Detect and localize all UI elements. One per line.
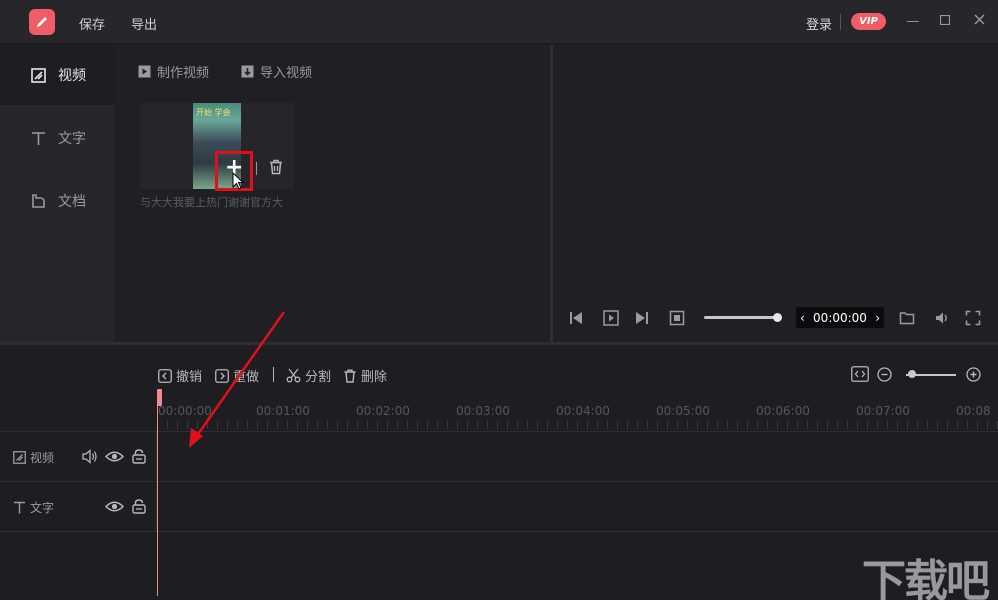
section-divider[interactable] bbox=[0, 342, 998, 345]
nav-item-text[interactable]: 文字 bbox=[0, 108, 115, 168]
playback-progress[interactable] bbox=[704, 316, 778, 319]
track-name: 视频 bbox=[30, 451, 55, 465]
text-track[interactable]: 文字 bbox=[0, 481, 998, 531]
divider bbox=[273, 367, 274, 382]
minimize-icon[interactable]: — bbox=[905, 14, 921, 30]
delete-label: 删除 bbox=[361, 370, 388, 385]
maximize-icon[interactable] bbox=[937, 14, 953, 30]
divider bbox=[256, 162, 257, 175]
text-icon bbox=[14, 501, 25, 514]
ruler-label: 00:01:00 bbox=[256, 404, 310, 418]
thumbnail-overlay-text: 开始 学会 bbox=[196, 108, 231, 117]
folder-icon[interactable] bbox=[899, 310, 915, 326]
progress-handle[interactable] bbox=[773, 313, 782, 322]
nav-label: 视频 bbox=[58, 68, 86, 84]
fit-timeline-icon[interactable] bbox=[851, 366, 869, 382]
media-title: 与大大我要上热门谢谢官方大 bbox=[140, 196, 283, 209]
ruler-label: 00:04:00 bbox=[556, 404, 610, 418]
zoom-in-icon[interactable] bbox=[966, 367, 981, 382]
undo-button[interactable]: 撤销 bbox=[158, 366, 202, 385]
eye-icon[interactable] bbox=[105, 500, 124, 513]
lock-icon[interactable] bbox=[132, 449, 146, 464]
prev-frame-icon[interactable]: ‹ bbox=[800, 311, 805, 325]
redo-button[interactable]: 重做 bbox=[215, 366, 259, 385]
split-button[interactable]: 分割 bbox=[286, 366, 331, 385]
ruler-label: 00:08 bbox=[956, 404, 991, 418]
nav-item-video[interactable]: 视频 bbox=[0, 45, 115, 105]
nav-label: 文字 bbox=[58, 131, 86, 147]
zoom-out-icon[interactable] bbox=[877, 367, 892, 382]
tab-make-video[interactable]: 制作视频 bbox=[138, 62, 209, 81]
stop-icon[interactable] bbox=[669, 310, 685, 326]
close-icon[interactable] bbox=[971, 14, 987, 30]
menu-save[interactable]: 保存 bbox=[79, 14, 105, 33]
video-icon bbox=[13, 451, 26, 464]
skip-back-icon[interactable] bbox=[568, 310, 584, 326]
zoom-handle[interactable] bbox=[908, 370, 916, 378]
ruler-label: 00:03:00 bbox=[456, 404, 510, 418]
ruler-label: 00:02:00 bbox=[356, 404, 410, 418]
tab-import-video[interactable]: 导入视频 bbox=[241, 62, 312, 81]
preview-panel bbox=[553, 45, 998, 342]
vip-badge[interactable]: VIP bbox=[851, 13, 886, 30]
playhead-line[interactable] bbox=[157, 404, 158, 596]
trash-icon[interactable] bbox=[268, 159, 284, 175]
menu-export[interactable]: 导出 bbox=[131, 14, 157, 33]
skip-forward-icon[interactable] bbox=[634, 310, 650, 326]
tab-label: 导入视频 bbox=[260, 66, 313, 81]
timeline-ruler[interactable] bbox=[157, 421, 998, 429]
import-icon bbox=[241, 65, 254, 78]
video-track[interactable]: 视频 bbox=[0, 431, 998, 481]
scissors-icon bbox=[286, 368, 301, 383]
document-icon bbox=[32, 193, 45, 208]
fullscreen-icon[interactable] bbox=[965, 310, 981, 326]
ruler-label: 00:07:00 bbox=[856, 404, 910, 418]
eye-icon[interactable] bbox=[105, 450, 124, 463]
redo-icon bbox=[215, 368, 229, 383]
divider bbox=[840, 14, 841, 30]
title-bar: 保存 导出 登录 VIP — bbox=[0, 0, 998, 44]
video-icon bbox=[31, 67, 46, 83]
tab-label: 制作视频 bbox=[157, 66, 210, 81]
undo-label: 撤销 bbox=[176, 370, 203, 385]
track-name: 文字 bbox=[30, 501, 55, 515]
volume-icon[interactable] bbox=[934, 310, 950, 326]
track-label-video: 视频 bbox=[13, 449, 54, 466]
delete-button[interactable]: 删除 bbox=[343, 366, 387, 385]
login-link[interactable]: 登录 bbox=[806, 14, 832, 33]
redo-label: 重做 bbox=[233, 370, 260, 385]
pen-icon bbox=[37, 17, 47, 27]
speaker-icon[interactable] bbox=[82, 449, 98, 464]
lock-icon[interactable] bbox=[132, 499, 146, 514]
nav-item-document[interactable]: 文档 bbox=[0, 171, 115, 231]
ruler-label: 00:05:00 bbox=[656, 404, 710, 418]
mouse-cursor-icon bbox=[232, 172, 245, 190]
track-bottom-border bbox=[0, 531, 998, 532]
time-display[interactable]: ‹ 00:00:00 › bbox=[796, 307, 884, 328]
app-logo bbox=[29, 9, 55, 35]
next-frame-icon[interactable]: › bbox=[875, 311, 880, 325]
nav-label: 文档 bbox=[58, 194, 86, 210]
split-label: 分割 bbox=[305, 370, 332, 385]
play-square-icon bbox=[138, 65, 151, 78]
ruler-label: 00:00:00 bbox=[158, 404, 212, 418]
text-icon bbox=[32, 131, 45, 145]
ruler-label: 00:06:00 bbox=[756, 404, 810, 418]
track-label-text: 文字 bbox=[13, 499, 54, 516]
trash-icon bbox=[344, 369, 356, 383]
undo-icon bbox=[158, 368, 172, 383]
current-time: 00:00:00 bbox=[813, 310, 867, 325]
left-nav: 视频 文字 文档 bbox=[0, 45, 115, 342]
watermark-logo: 下载吧 bbox=[862, 556, 990, 600]
play-icon[interactable] bbox=[603, 310, 619, 326]
